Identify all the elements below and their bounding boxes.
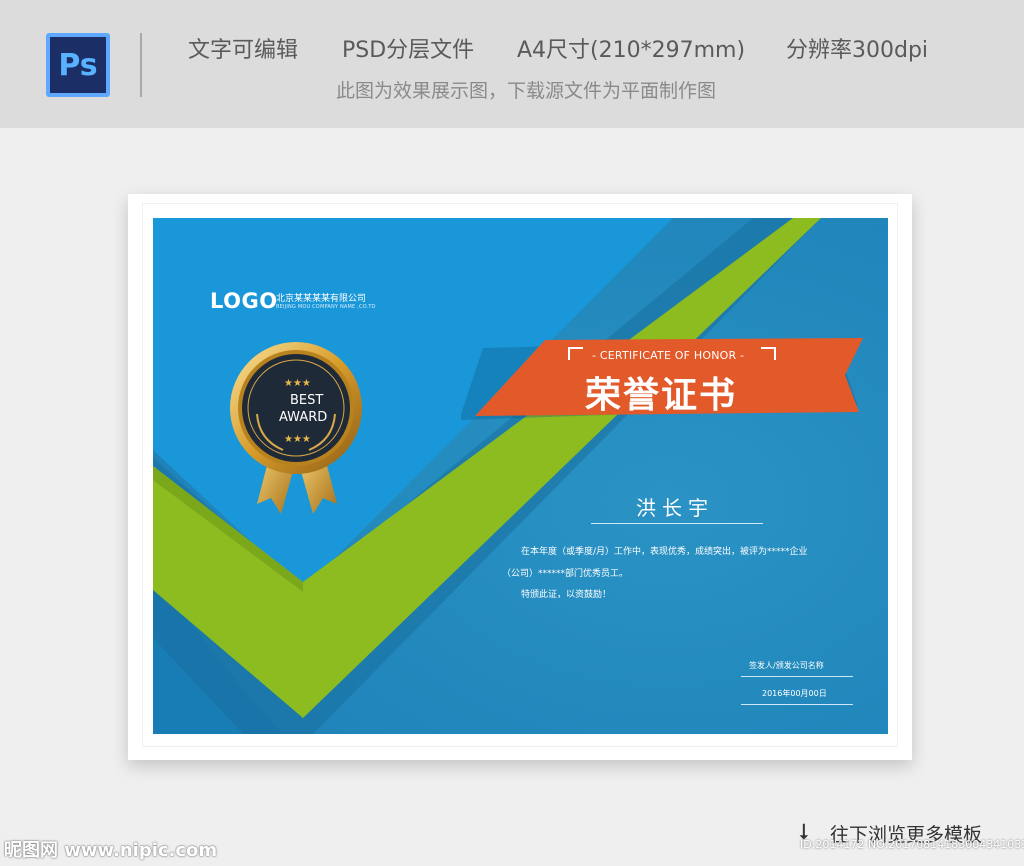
signer-underline [741,676,853,677]
medal-face [242,354,350,462]
company-logo: LOGO [210,289,278,313]
date-underline [741,704,853,705]
feature-a4-size: A4尺寸(210*297mm) [517,38,746,63]
company-name-en: BEIJING MOU COMPANY NAME ,CO.TD [276,304,376,310]
body-text-line-2: （公司）******部门优秀员工。 [502,569,629,579]
photoshop-icon: Ps [46,33,110,97]
preview-note: 此图为效果展示图，下载源文件为平面制作图 [336,80,717,102]
medal-stars-bottom: ★★★ [284,434,311,445]
image-id-watermark: ID:2014172 NO:20170814183004341033 [800,838,1024,851]
medal-award: AWARD [279,410,328,425]
name-underline [591,523,763,524]
info-banner: Ps 文字可编辑 PSD分层文件 A4尺寸(210*297mm) 分辨率300d… [0,0,1024,128]
banner-divider [140,33,142,97]
company-name-cn: 北京某某某某有限公司 [276,294,367,304]
recipient-name: 洪长宇 [636,496,714,520]
certificate-title: 荣誉证书 [585,375,738,416]
ribbon-subtitle: - CERTIFICATE OF HONOR - [592,349,745,362]
photoshop-icon-label: Ps [58,47,98,83]
signer-label: 签发人/颁发公司名称 [749,661,824,670]
medal-stars-top: ★★★ [284,378,311,389]
medal-best: BEST [290,393,324,408]
body-text-line-3: 特颁此证，以资鼓励！ [521,590,612,600]
issue-date: 2016年00月00日 [762,689,827,698]
certificate: ★★★ ★★★ LOGO 北京某某某某有限公司 BEIJING MOU COMP… [153,218,888,734]
feature-psd-layers: PSD分层文件 [342,38,475,63]
feature-editable-text: 文字可编辑 [188,38,299,63]
feature-resolution: 分辨率300dpi [786,38,929,63]
body-text-line-1: 在本年度（或季度/月）工作中，表现优秀，成绩突出，被评为*****企业 [521,547,808,557]
site-watermark: 昵图网 www.nipic.com [4,840,218,861]
